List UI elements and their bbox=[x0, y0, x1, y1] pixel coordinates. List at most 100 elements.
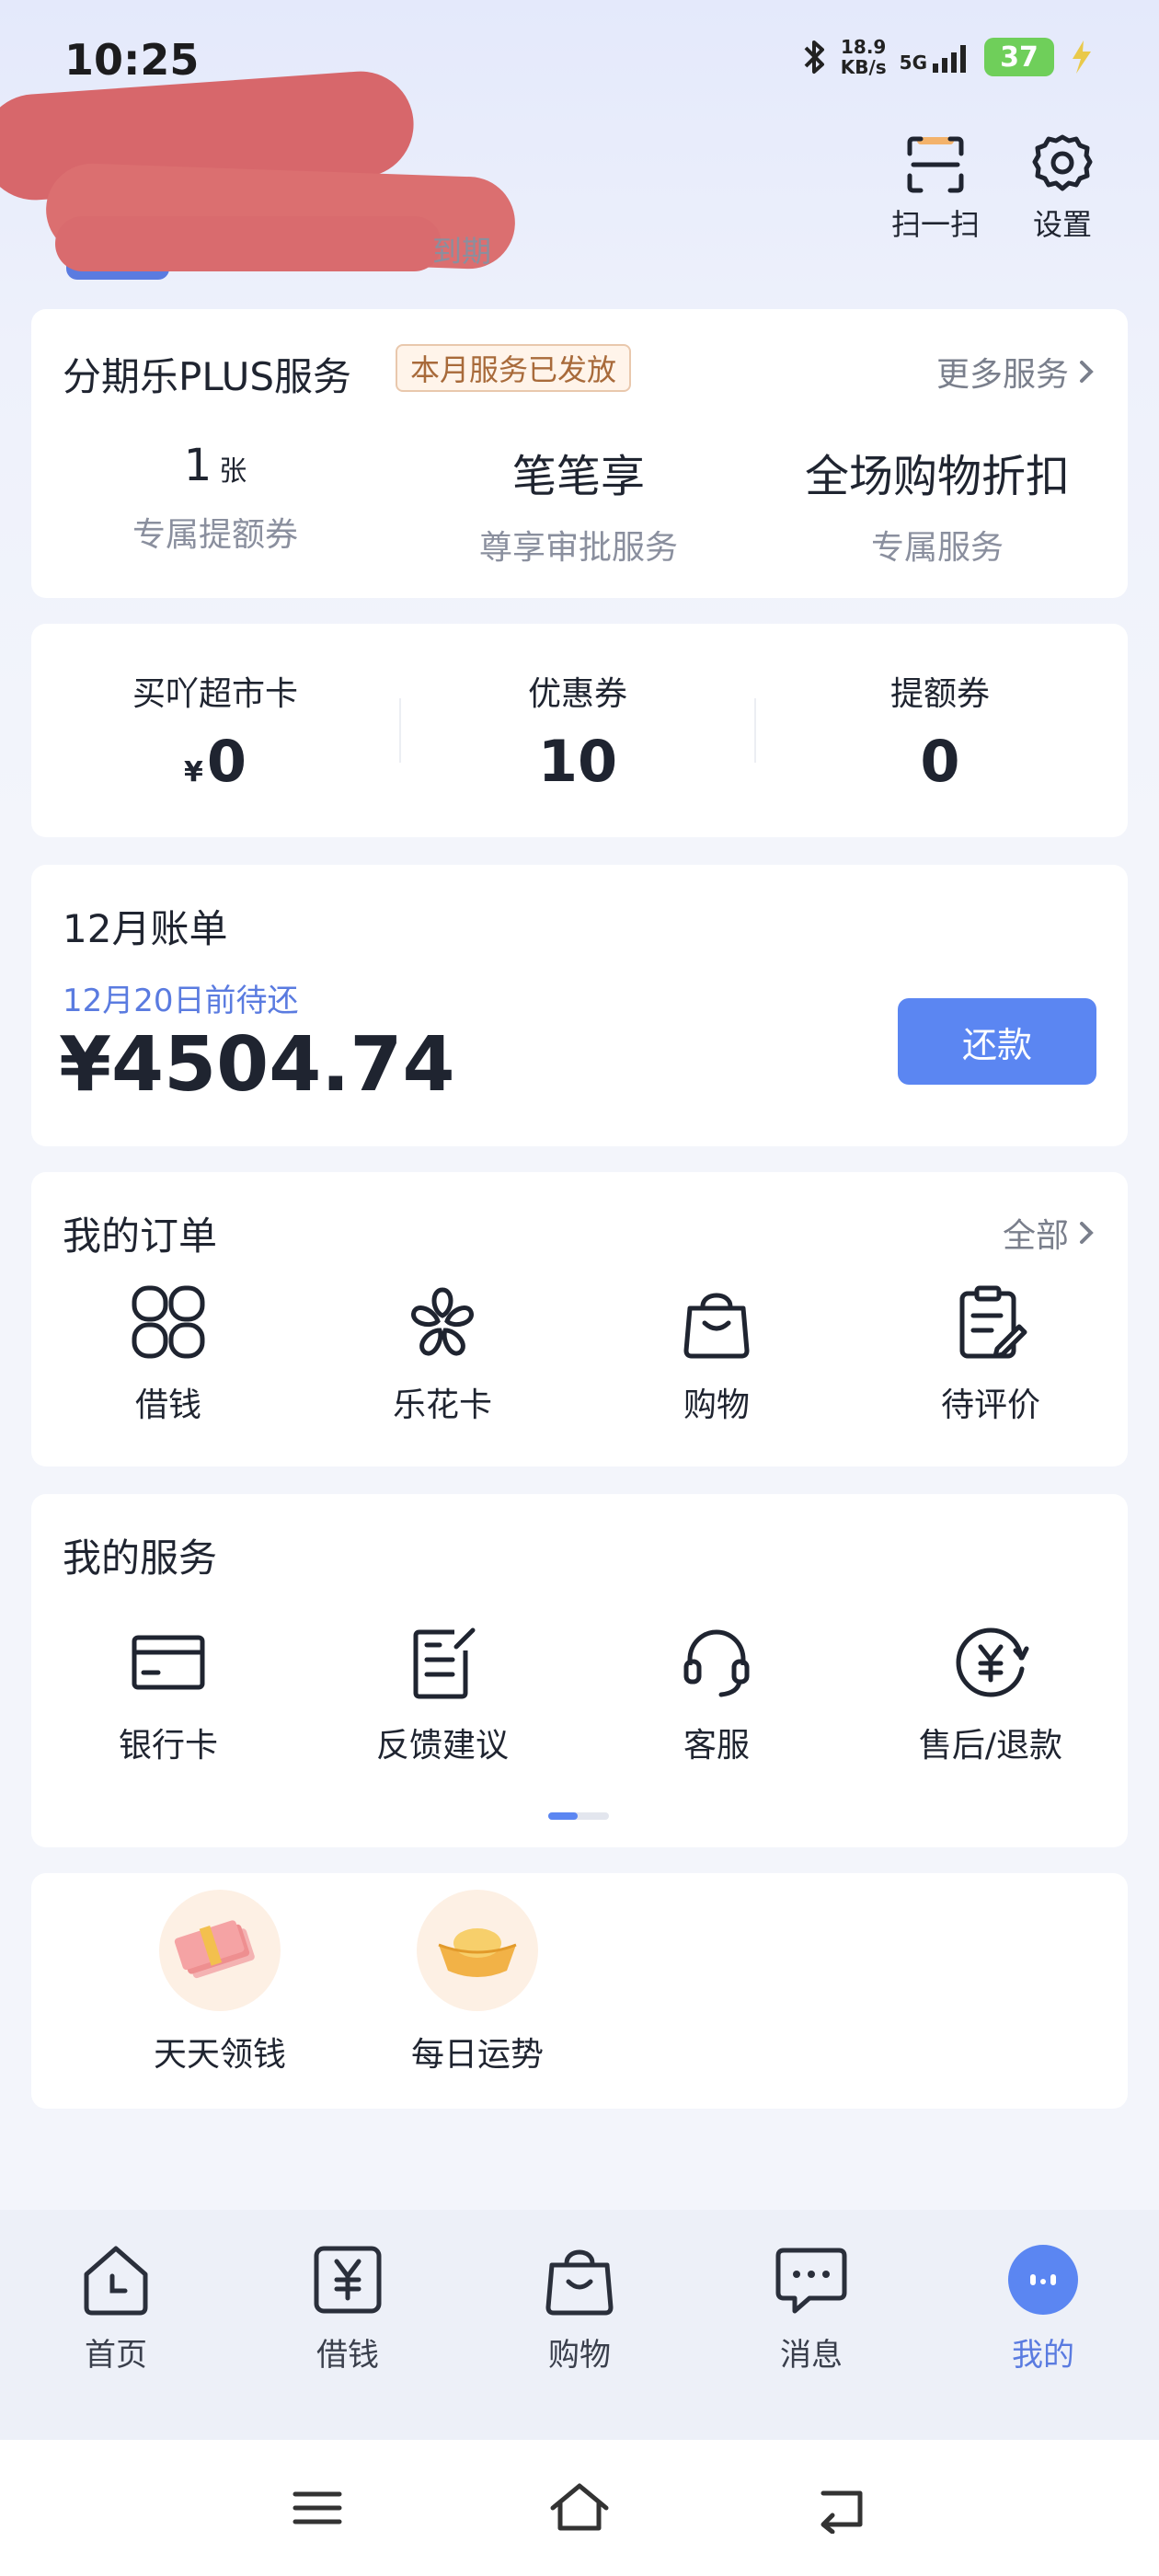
more-services-link[interactable]: 更多服务 bbox=[936, 348, 1095, 396]
plus-service-card: 分期乐PLUS服务 本月服务已发放 更多服务 1张 专属提额券 笔笔享 尊享审批… bbox=[31, 309, 1128, 598]
service-label: 银行卡 bbox=[118, 1727, 218, 1765]
service-customer-support[interactable]: 客服 bbox=[588, 1623, 845, 1766]
stat-unit: 张 bbox=[219, 455, 247, 488]
profile-dots-icon bbox=[1008, 2245, 1078, 2315]
ticket-value: 10 bbox=[537, 727, 618, 795]
bluetooth-icon bbox=[804, 40, 824, 74]
expire-text: 到期 bbox=[432, 234, 492, 269]
scan-button[interactable]: 扫一扫 bbox=[885, 133, 986, 244]
headset-icon bbox=[683, 1629, 750, 1697]
stat-caption: 专属服务 bbox=[870, 529, 1004, 567]
plus-status-badge: 本月服务已发放 bbox=[396, 344, 632, 392]
order-lehua-card[interactable]: 乐花卡 bbox=[314, 1282, 571, 1426]
net-speed: 18.9 KB/s bbox=[840, 36, 887, 78]
clipboard-edit-icon bbox=[959, 1285, 1027, 1359]
tickets-card: 买吖超市卡 ¥0 优惠券 10 提额券 0 bbox=[31, 624, 1128, 837]
promo-daily-cash[interactable]: 天天领钱 bbox=[86, 1890, 353, 2076]
nav-label: 首页 bbox=[85, 2337, 147, 2374]
nav-mine[interactable]: 我的 bbox=[951, 2241, 1135, 2375]
ticket-title: 提额券 bbox=[889, 674, 990, 713]
bill-card[interactable]: 12月账单 12月20日前待还 ¥4504.74 还款 bbox=[31, 865, 1128, 1146]
bill-title: 12月账单 bbox=[63, 906, 228, 951]
home-icon[interactable] bbox=[547, 2480, 612, 2536]
plus-stat-discount[interactable]: 全场购物折扣 专属服务 bbox=[758, 440, 1117, 569]
menu-icon[interactable] bbox=[290, 2485, 345, 2531]
four-petal-icon bbox=[132, 1285, 205, 1359]
nav-messages[interactable]: 消息 bbox=[719, 2241, 903, 2375]
nav-borrow[interactable]: 借钱 bbox=[256, 2241, 440, 2375]
service-bank-card[interactable]: 银行卡 bbox=[40, 1623, 297, 1766]
settings-button[interactable]: 设置 bbox=[1012, 133, 1113, 244]
ticket-value: 0 bbox=[206, 727, 247, 795]
chevron-right-icon bbox=[1080, 361, 1094, 383]
plus-title: 分期乐PLUS服务 bbox=[63, 354, 352, 399]
status-icons: 18.9 KB/s 5G 37 bbox=[800, 37, 1095, 77]
order-to-review[interactable]: 待评价 bbox=[862, 1282, 1119, 1426]
page-indicator bbox=[548, 1812, 609, 1820]
order-label: 借钱 bbox=[134, 1386, 201, 1424]
nav-label: 购物 bbox=[548, 2337, 611, 2374]
more-services-label: 更多服务 bbox=[935, 356, 1069, 394]
nav-home[interactable]: 首页 bbox=[24, 2241, 208, 2375]
scan-label: 扫一扫 bbox=[890, 207, 980, 242]
services-card: 我的服务 银行卡 反馈建议 客服 售后/退款 bbox=[31, 1494, 1128, 1847]
bottom-nav: 首页 借钱 购物 消息 我的 bbox=[0, 2210, 1159, 2440]
settings-label: 设置 bbox=[1032, 207, 1092, 242]
chat-bubble-icon bbox=[775, 2248, 847, 2314]
service-refund[interactable]: 售后/退款 bbox=[862, 1623, 1119, 1766]
promo-card: 天天领钱 每日运势 bbox=[31, 1873, 1128, 2109]
ticket-title: 优惠券 bbox=[527, 674, 627, 713]
orders-title: 我的订单 bbox=[63, 1213, 218, 1259]
orders-card: 我的订单 全部 借钱 乐花卡 购物 待评价 bbox=[31, 1172, 1128, 1466]
network-type: 5G bbox=[899, 52, 927, 74]
nav-label: 消息 bbox=[780, 2337, 843, 2374]
order-shopping[interactable]: 购物 bbox=[588, 1282, 845, 1426]
order-label: 乐花卡 bbox=[392, 1386, 492, 1424]
ticket-supermarket-card[interactable]: 买吖超市卡 ¥0 bbox=[31, 667, 399, 795]
service-label: 客服 bbox=[683, 1727, 750, 1765]
bag-smile-icon bbox=[545, 2249, 614, 2316]
back-icon[interactable] bbox=[814, 2482, 869, 2534]
service-label: 售后/退款 bbox=[918, 1727, 1063, 1765]
gear-icon bbox=[1032, 134, 1093, 191]
plus-stat-coupon[interactable]: 1张 专属提额券 bbox=[31, 440, 399, 569]
ticket-value: 0 bbox=[920, 727, 960, 795]
services-title: 我的服务 bbox=[63, 1535, 218, 1581]
orders-all-link[interactable]: 全部 bbox=[1003, 1209, 1095, 1257]
plus-stat-approval[interactable]: 笔笔享 尊享审批服务 bbox=[399, 440, 758, 569]
charging-icon bbox=[1073, 40, 1091, 74]
promo-label: 天天领钱 bbox=[153, 2036, 286, 2074]
order-label: 待评价 bbox=[940, 1386, 1040, 1424]
nav-label: 借钱 bbox=[316, 2337, 379, 2374]
service-label: 反馈建议 bbox=[375, 1727, 509, 1765]
stat-caption: 专属提额券 bbox=[132, 516, 298, 554]
stat-value: 笔笔享 bbox=[511, 451, 645, 502]
order-label: 购物 bbox=[683, 1386, 750, 1424]
plus-stats: 1张 专属提额券 笔笔享 尊享审批服务 全场购物折扣 专属服务 bbox=[31, 440, 1128, 569]
ticket-coupon[interactable]: 优惠券 10 bbox=[401, 667, 754, 795]
scan-icon bbox=[907, 136, 964, 193]
chevron-right-icon bbox=[1080, 1222, 1094, 1244]
status-time: 10:25 bbox=[64, 35, 200, 85]
redaction-mark bbox=[55, 216, 442, 271]
ticket-title: 买吖超市卡 bbox=[132, 674, 298, 713]
order-borrow[interactable]: 借钱 bbox=[40, 1282, 297, 1426]
system-nav-bar bbox=[0, 2440, 1159, 2576]
service-feedback[interactable]: 反馈建议 bbox=[314, 1623, 571, 1766]
bill-amount: ¥4504.74 bbox=[59, 1021, 455, 1109]
stat-caption: 尊享审批服务 bbox=[478, 529, 678, 567]
signal-icon bbox=[933, 45, 966, 73]
bank-card-icon bbox=[132, 1635, 205, 1690]
ticket-limit-raise[interactable]: 提额券 0 bbox=[756, 667, 1124, 795]
promo-daily-fortune[interactable]: 每日运势 bbox=[344, 1890, 611, 2076]
repay-button[interactable]: 还款 bbox=[898, 998, 1096, 1085]
services-grid: 银行卡 反馈建议 客服 售后/退款 bbox=[31, 1623, 1128, 1766]
orders-grid: 借钱 乐花卡 购物 待评价 bbox=[31, 1282, 1128, 1426]
flower-icon bbox=[411, 1287, 474, 1356]
orders-all-label: 全部 bbox=[1002, 1217, 1069, 1255]
nav-shopping[interactable]: 购物 bbox=[488, 2241, 671, 2375]
stat-value: 1 bbox=[183, 440, 212, 491]
nav-label: 我的 bbox=[1012, 2337, 1074, 2374]
yen-box-icon bbox=[314, 2246, 382, 2314]
ticket-currency: ¥ bbox=[183, 755, 203, 788]
